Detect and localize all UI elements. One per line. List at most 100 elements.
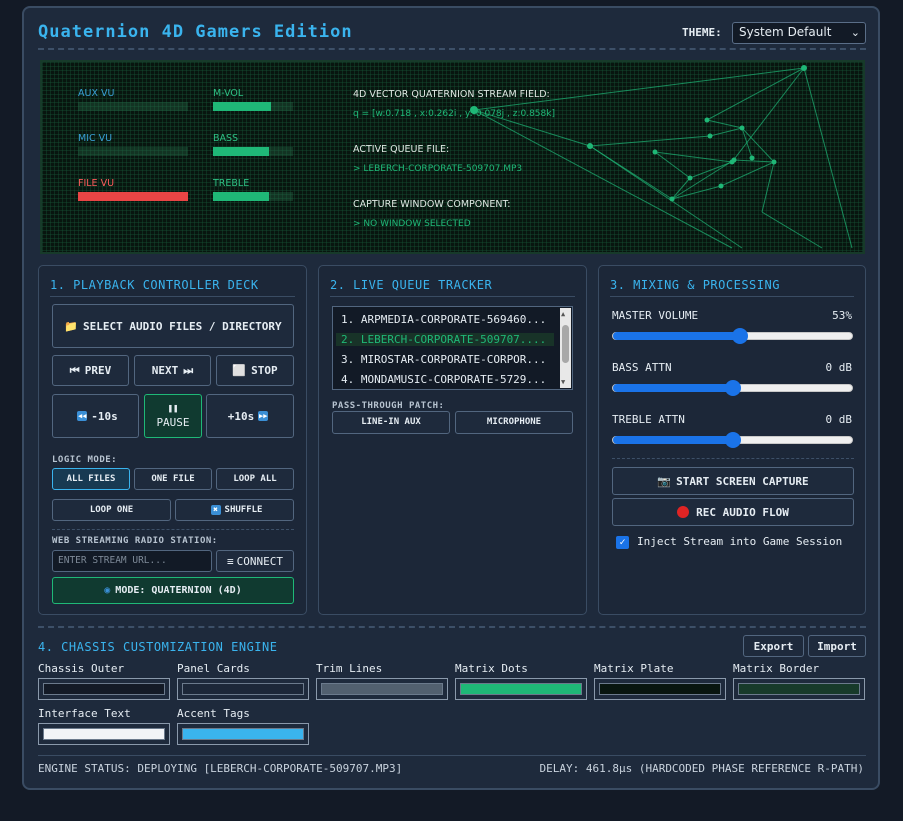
swatch-label-matrix-border: Matrix Border	[733, 662, 820, 675]
queue-panel: 2. LIVE QUEUE TRACKER 1. ARPMEDIA-CORPOR…	[318, 265, 587, 615]
rewind-10s-label: -10s	[91, 409, 118, 423]
pause-icon: ❚❚	[167, 404, 179, 414]
swatch-trim-lines[interactable]	[316, 678, 448, 700]
start-screen-capture-button[interactable]: 📷 START SCREEN CAPTURE	[612, 467, 854, 495]
app-window: Quaternion 4D Gamers Edition THEME: Syst…	[22, 6, 880, 790]
swatch-label-matrix-dots: Matrix Dots	[455, 662, 528, 675]
mode-all-files-button[interactable]: ALL FILES	[52, 468, 130, 490]
engine-status: ENGINE STATUS: DEPLOYING [LEBERCH-CORPOR…	[38, 762, 403, 775]
master-volume-fill	[613, 332, 740, 340]
queue-item[interactable]: 4. MONDAMUSIC-CORPORATE-5729...	[341, 373, 551, 386]
scroll-down-icon[interactable]: ▼	[561, 378, 565, 386]
swatch-label-chassis-outer: Chassis Outer	[38, 662, 125, 675]
mode-one-file-button[interactable]: ONE FILE	[134, 468, 212, 490]
chassis-title: 4. CHASSIS CUSTOMIZATION ENGINE	[38, 640, 278, 654]
mode-shuffle-button[interactable]: ✖ SHUFFLE	[175, 499, 294, 521]
radio-divider	[52, 529, 294, 530]
quaternion-icon: ◉	[104, 585, 111, 596]
fast-forward-icon: ▶▶	[258, 411, 269, 421]
export-button[interactable]: Export	[743, 635, 804, 657]
mode-loop-one-button[interactable]: LOOP ONE	[52, 499, 171, 521]
mixing-panel-title: 3. MIXING & PROCESSING	[610, 278, 780, 292]
swatch-matrix-border[interactable]	[733, 678, 865, 700]
swatch-trim-lines-color	[321, 683, 443, 695]
forward-10s-button[interactable]: +10s ▶▶	[206, 394, 294, 438]
playback-panel-title: 1. PLAYBACK CONTROLLER DECK	[50, 278, 259, 292]
stop-label: STOP	[251, 364, 278, 377]
scrollbar-thumb[interactable]	[562, 325, 569, 363]
treble-attn-label: TREBLE ATTN	[612, 413, 685, 426]
stream-url-input[interactable]: ENTER STREAM URL...	[52, 550, 212, 572]
queue-scrollbar[interactable]: ▲ ▼	[560, 308, 571, 388]
master-volume-knob[interactable]	[731, 328, 748, 344]
scroll-up-icon[interactable]: ▲	[561, 310, 565, 318]
theme-select[interactable]: System Default ⌄	[732, 22, 866, 44]
swatch-accent-tags-color	[182, 728, 304, 740]
rec-audio-flow-button[interactable]: REC AUDIO FLOW	[612, 498, 854, 526]
select-audio-files-label: SELECT AUDIO FILES / DIRECTORY	[83, 319, 282, 333]
theme-select-value: System Default	[739, 25, 832, 39]
queue-item[interactable]: 1. ARPMEDIA-CORPORATE-569460...	[341, 313, 551, 326]
prev-button[interactable]: ⏮ PREV	[52, 355, 129, 386]
swatch-label-trim-lines: Trim Lines	[316, 662, 383, 675]
bass-attn-label: BASS ATTN	[612, 361, 672, 374]
mode-quaternion-button[interactable]: ◉ MODE: QUATERNION (4D)	[52, 577, 294, 604]
logic-mode-label: LOGIC MODE:	[52, 455, 118, 465]
swatch-matrix-plate[interactable]	[594, 678, 726, 700]
next-button[interactable]: NEXT ⏭	[134, 355, 211, 386]
mode-quaternion-label: MODE: QUATERNION (4D)	[115, 585, 242, 596]
mode-shuffle-label: SHUFFLE	[224, 504, 263, 515]
swatch-chassis-outer[interactable]	[38, 678, 170, 700]
app-title: Quaternion 4D Gamers Edition	[38, 22, 353, 42]
bass-attn-slider[interactable]	[612, 380, 853, 396]
swatch-matrix-border-color	[738, 683, 860, 695]
start-screen-capture-label: START SCREEN CAPTURE	[676, 474, 809, 488]
swatch-accent-tags[interactable]	[177, 723, 309, 745]
line-in-aux-button[interactable]: LINE-IN AUX	[332, 411, 450, 434]
queue-item-active[interactable]: 2. LEBERCH-CORPORATE-509707....	[336, 333, 554, 346]
microphone-button[interactable]: MICROPHONE	[455, 411, 573, 434]
master-volume-value: 53%	[832, 309, 852, 322]
swatch-panel-cards-color	[182, 683, 304, 695]
bass-attn-knob[interactable]	[724, 380, 741, 396]
treble-attn-knob[interactable]	[724, 432, 741, 448]
rewind-icon: ◀◀	[77, 411, 88, 421]
treble-attn-slider[interactable]	[612, 432, 853, 448]
stop-button[interactable]: ⬜ STOP	[216, 355, 294, 386]
swatch-matrix-plate-color	[599, 683, 721, 695]
swatch-matrix-dots[interactable]	[455, 678, 587, 700]
import-button[interactable]: Import	[808, 635, 866, 657]
skip-forward-icon: ⏭	[183, 364, 194, 377]
pause-label: PAUSE	[156, 416, 190, 429]
shuffle-icon: ✖	[210, 505, 221, 515]
inject-stream-checkbox[interactable]: ✓	[616, 536, 629, 549]
record-icon	[677, 506, 690, 518]
queue-panel-title: 2. LIVE QUEUE TRACKER	[330, 278, 493, 292]
treble-attn-value: 0 dB	[825, 413, 853, 426]
folder-icon: 📁	[64, 319, 78, 333]
master-volume-slider[interactable]	[612, 328, 853, 344]
swatch-label-panel-cards: Panel Cards	[177, 662, 250, 675]
rewind-10s-button[interactable]: ◀◀ -10s	[52, 394, 139, 438]
swatch-label-matrix-plate: Matrix Plate	[594, 662, 674, 675]
inject-stream-label: Inject Stream into Game Session	[637, 535, 843, 548]
prev-label: PREV	[84, 364, 112, 377]
radio-label: WEB STREAMING RADIO STATION:	[52, 536, 218, 546]
mixing-panel: 3. MIXING & PROCESSING MASTER VOLUME 53%…	[598, 265, 866, 615]
delay-readout: DELAY: 461.8µs (HARDCODED PHASE REFERENC…	[539, 762, 864, 775]
matrix-display: AUX VU MIC VU FILE VU M-VOL BASS TREBLE …	[40, 60, 865, 254]
pause-button[interactable]: ❚❚ PAUSE	[144, 394, 202, 438]
next-label: NEXT	[151, 364, 179, 377]
quaternion-projection-graph	[470, 65, 853, 249]
swatch-panel-cards[interactable]	[177, 678, 309, 700]
mode-loop-all-button[interactable]: LOOP ALL	[216, 468, 294, 490]
footer-divider	[38, 755, 866, 756]
swatch-chassis-outer-color	[43, 683, 165, 695]
bass-attn-fill	[613, 384, 733, 392]
playback-panel: 1. PLAYBACK CONTROLLER DECK 📁 SELECT AUD…	[38, 265, 307, 615]
select-audio-files-button[interactable]: 📁 SELECT AUDIO FILES / DIRECTORY	[52, 304, 294, 348]
connect-button[interactable]: ≡ CONNECT	[216, 550, 294, 572]
queue-list[interactable]: 1. ARPMEDIA-CORPORATE-569460... 2. LEBER…	[332, 306, 573, 390]
queue-item[interactable]: 3. MIROSTAR-CORPORATE-CORPOR...	[341, 353, 551, 366]
swatch-interface-text[interactable]	[38, 723, 170, 745]
